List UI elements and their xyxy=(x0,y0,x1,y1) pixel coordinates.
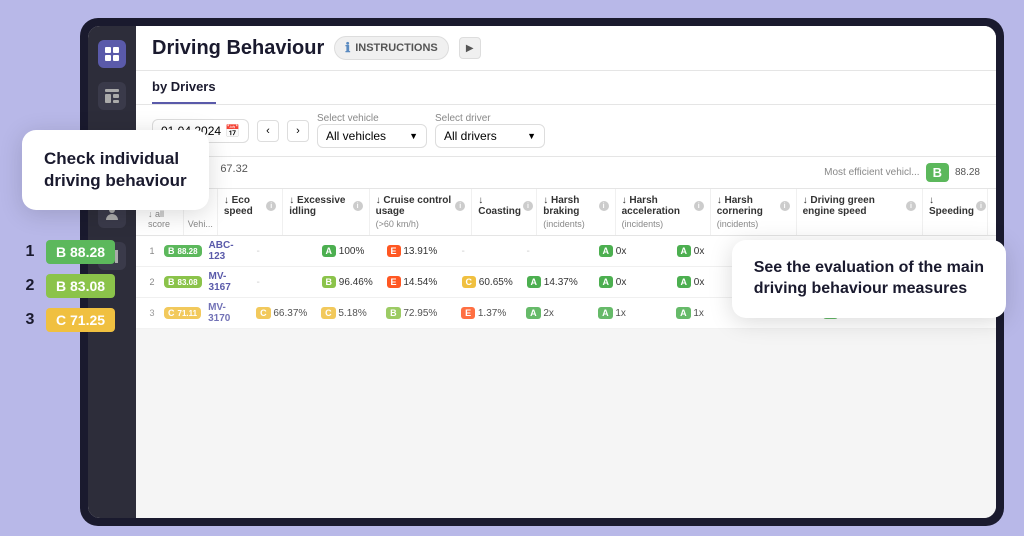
info-icon-coasting: i xyxy=(523,201,533,211)
row1-coasting: - xyxy=(456,243,521,260)
row-num-1: 1 xyxy=(144,246,160,256)
rank-num-2: 2 xyxy=(22,277,38,295)
col-header-eco-speed: ↓ Eco speed i xyxy=(218,189,283,235)
tooltip-left-title: Check individualdriving behaviour xyxy=(44,148,187,192)
row-num-2: 2 xyxy=(144,277,160,287)
rank-item-3: 3 C 71.25 xyxy=(22,308,115,332)
tab-by-drivers[interactable]: by Drivers xyxy=(152,71,216,104)
row1-cruise: E 13.91% xyxy=(381,242,456,260)
chevron-down-icon-driver: ▼ xyxy=(527,131,536,141)
next-arrow[interactable]: › xyxy=(287,120,309,142)
driver-placeholder: All drivers xyxy=(444,129,497,143)
col-header-coasting: ↓ Coasting i xyxy=(472,189,537,235)
info-icon-cruise: i xyxy=(455,201,465,211)
score-summary-row: age score 67.32 Most efficient vehicl...… xyxy=(136,157,996,189)
play-button[interactable]: ▶ xyxy=(459,37,481,59)
instructions-label: INSTRUCTIONS xyxy=(355,42,438,54)
info-icon-harsh-accel: i xyxy=(694,201,704,211)
row2-harsh-braking: A 14.37% xyxy=(521,273,593,291)
col-header-harsh-cornering: ↓ Harsh cornering i (incidents) xyxy=(711,189,797,235)
info-icon-idling: i xyxy=(353,201,363,211)
row1-vehicle: ABC-123 xyxy=(206,240,251,262)
rank-grade-2: B 83.08 xyxy=(46,274,115,298)
col-header-cruise-control: ↓ Cruise control usage i (>60 km/h) xyxy=(370,189,473,235)
vehicle-link-1[interactable]: ABC-123 xyxy=(209,240,234,262)
vehicle-select[interactable]: All vehicles ▼ xyxy=(317,124,427,148)
vehicle-placeholder: All vehicles xyxy=(326,129,386,143)
info-icon-eco: i xyxy=(266,201,276,211)
row2-harsh-accel: A 0x xyxy=(593,273,671,291)
row3-coasting: E 1.37% xyxy=(455,304,520,322)
driver-filter-group: Select driver All drivers ▼ xyxy=(435,113,545,148)
row3-grade-badge: C 71.11 xyxy=(164,307,201,319)
tooltip-check-driving: Check individualdriving behaviour xyxy=(22,130,209,210)
row2-excessive-idling: B 96.46% xyxy=(316,273,381,291)
row2-coasting: C 60.65% xyxy=(456,273,521,291)
rank-item-2: 2 B 83.08 xyxy=(22,274,115,298)
row1-eco-speed: - xyxy=(251,243,316,260)
col-header-green-engine: ↓ Driving green engine speed i xyxy=(797,189,923,235)
vehicle-filter-group: Select vehicle All vehicles ▼ xyxy=(317,113,427,148)
chevron-down-icon: ▼ xyxy=(409,131,418,141)
rank-item-1: 1 B 88.28 xyxy=(22,240,115,264)
info-icon-cornering: i xyxy=(780,201,790,211)
page-header: Driving Behaviour ℹ INSTRUCTIONS ▶ xyxy=(136,26,996,71)
row3-eco-speed: C 66.37% xyxy=(250,304,315,322)
calendar-icon: 📅 xyxy=(225,124,240,138)
row2-cruise: E 14.54% xyxy=(381,273,456,291)
vehicle-link-2[interactable]: MV-3167 xyxy=(209,271,231,293)
info-icon-harsh-braking: i xyxy=(599,201,609,211)
row3-harsh-braking: A 2x xyxy=(520,304,592,322)
row3-harsh-accel: A 1x xyxy=(592,304,670,322)
most-efficient-grade: B xyxy=(926,163,949,182)
avg-score-value: 67.32 xyxy=(220,163,248,182)
col-header-speeding: ↓ Speeding i xyxy=(923,189,988,235)
row3-cruise: B 72.95% xyxy=(380,304,455,322)
tooltip-evaluation: See the evaluation of the maindriving be… xyxy=(732,240,1006,318)
row1-grade-badge: B 88.28 xyxy=(164,245,202,257)
row1-harsh-accel: A 0x xyxy=(593,242,671,260)
row3-excessive-idling: C 5.18% xyxy=(315,304,380,322)
prev-arrow[interactable]: ‹ xyxy=(257,120,279,142)
driver-select[interactable]: All drivers ▼ xyxy=(435,124,545,148)
row2-eco-speed: - xyxy=(251,274,316,291)
info-icon-engine: i xyxy=(906,201,916,211)
row1-harsh-braking: - xyxy=(521,243,593,260)
tooltip-right-title: See the evaluation of the maindriving be… xyxy=(754,258,984,300)
column-headers: ↓ all score Vehi... ↓ Eco speed i ↓ Exce… xyxy=(136,189,996,236)
col-header-harsh-accel: ↓ Harsh acceleration i (incidents) xyxy=(616,189,711,235)
rank-num-3: 3 xyxy=(22,311,38,329)
tabs-bar: by Drivers xyxy=(136,71,996,105)
most-efficient-area: Most efficient vehicl... B 88.28 xyxy=(824,163,980,182)
vehicle-filter-label: Select vehicle xyxy=(317,113,427,124)
filters-bar: 01.04.2024 📅 ‹ › Select vehicle All vehi… xyxy=(136,105,996,157)
row2-grade-badge: B 83.08 xyxy=(164,276,202,288)
row3-vehicle: MV-3170 xyxy=(205,302,250,324)
vehicle-link-3[interactable]: MV-3170 xyxy=(208,302,230,324)
instructions-button[interactable]: ℹ INSTRUCTIONS xyxy=(334,36,448,60)
rank-grade-3: C 71.25 xyxy=(46,308,115,332)
page-title: Driving Behaviour xyxy=(152,37,324,60)
driver-filter-label: Select driver xyxy=(435,113,545,124)
rank-grade-1: B 88.28 xyxy=(46,240,115,264)
row-num-3: 3 xyxy=(144,308,160,318)
sidebar-icon-grid[interactable] xyxy=(98,40,126,68)
col-header-excessive-idling: ↓ Excessive idling i xyxy=(283,189,369,235)
row2-vehicle: MV-3167 xyxy=(206,271,251,293)
row1-excessive-idling: A 100% xyxy=(316,242,381,260)
info-icon-speeding: i xyxy=(976,201,986,211)
rankings-overlay: 1 B 88.28 2 B 83.08 3 C 71.25 xyxy=(22,240,115,332)
sidebar-icon-dashboard[interactable] xyxy=(98,82,126,110)
rank-num-1: 1 xyxy=(22,243,38,261)
col-header-harsh-braking: ↓ Harsh braking i (incidents) xyxy=(537,189,615,235)
